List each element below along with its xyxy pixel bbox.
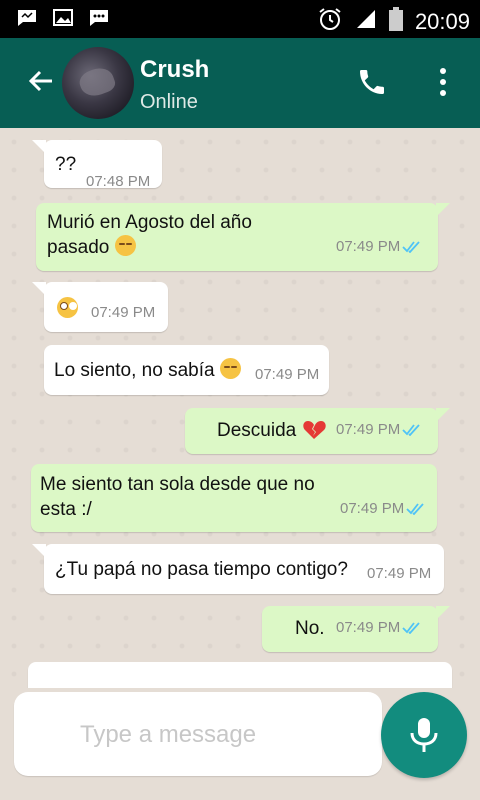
message-notification-icon <box>88 8 110 28</box>
clock: 20:09 <box>414 8 470 34</box>
message-outgoing[interactable]: Descuida 07:49 PM <box>185 408 450 454</box>
message-incoming[interactable]: Lo siento, no sabía 07:49 PM <box>44 345 329 395</box>
message-time: 07:48 PM <box>86 173 151 190</box>
avatar[interactable] <box>62 47 134 119</box>
message-text-line2: esta :/ <box>40 499 92 520</box>
message-time: 07:49 PM <box>340 500 405 517</box>
signal-icon <box>355 8 377 35</box>
message-text: Descuida <box>217 420 297 441</box>
broken-heart-icon <box>302 421 326 439</box>
message-time: 07:49 PM <box>367 565 432 582</box>
mic-button[interactable] <box>381 692 467 778</box>
alarm-icon <box>317 6 343 37</box>
message-input-container[interactable] <box>14 692 382 776</box>
chat-header: Crush Online <box>0 38 480 128</box>
back-arrow-icon[interactable] <box>26 66 56 96</box>
message-text-line1: Me siento tan sola desde que no <box>40 474 315 495</box>
composer-bar <box>0 688 480 800</box>
chat-area[interactable]: ?? 07:48 PM Murió en Agosto del año pasa… <box>0 128 480 688</box>
message-time: 07:49 PM <box>336 421 401 438</box>
message-outgoing[interactable]: Me siento tan sola desde que no esta :/ … <box>31 464 437 532</box>
read-ticks-icon <box>402 241 420 253</box>
message-incoming[interactable]: 07:49 PM <box>32 282 168 332</box>
message-text: ¿Tu papá no pasa tiempo contigo? <box>55 559 348 580</box>
message-text-line1: Murió en Agosto del año <box>47 212 252 233</box>
message-text: Lo siento, no sabía <box>54 360 215 381</box>
battery-icon <box>388 7 403 36</box>
message-incoming-partial[interactable] <box>28 662 452 688</box>
message-text: ?? <box>55 154 77 175</box>
read-ticks-icon <box>402 622 420 634</box>
message-outgoing[interactable]: Murió en Agosto del año pasado 07:49 PM <box>36 203 450 271</box>
pensive-face-icon <box>114 235 136 256</box>
message-time: 07:49 PM <box>336 619 401 636</box>
message-incoming[interactable]: ?? 07:48 PM <box>32 140 162 190</box>
message-time: 07:49 PM <box>91 304 156 321</box>
message-time: 07:49 PM <box>336 238 401 255</box>
mic-icon <box>410 718 438 752</box>
message-incoming[interactable]: ¿Tu papá no pasa tiempo contigo? 07:49 P… <box>32 544 444 594</box>
read-ticks-icon <box>402 424 420 436</box>
message-line2: pasado <box>47 235 136 260</box>
read-ticks-icon <box>406 503 424 515</box>
message-text-line2: pasado <box>47 237 110 258</box>
message-input[interactable] <box>78 714 372 756</box>
message-time: 07:49 PM <box>255 366 320 383</box>
contact-name[interactable]: Crush <box>140 56 209 84</box>
message-outgoing[interactable]: No. 07:49 PM <box>262 606 450 652</box>
message-line: Lo siento, no sabía <box>54 358 241 383</box>
chat-notification-icon <box>16 8 38 28</box>
message-text: No. <box>295 618 325 639</box>
pensive-face-icon <box>219 358 241 379</box>
message-line: Descuida <box>217 418 326 443</box>
status-bar: 20:09 <box>0 0 480 38</box>
flushed-face-icon <box>57 297 78 318</box>
image-notification-icon <box>52 8 74 28</box>
call-icon[interactable] <box>356 66 388 98</box>
contact-status: Online <box>140 91 198 113</box>
more-options-icon[interactable] <box>433 66 453 98</box>
